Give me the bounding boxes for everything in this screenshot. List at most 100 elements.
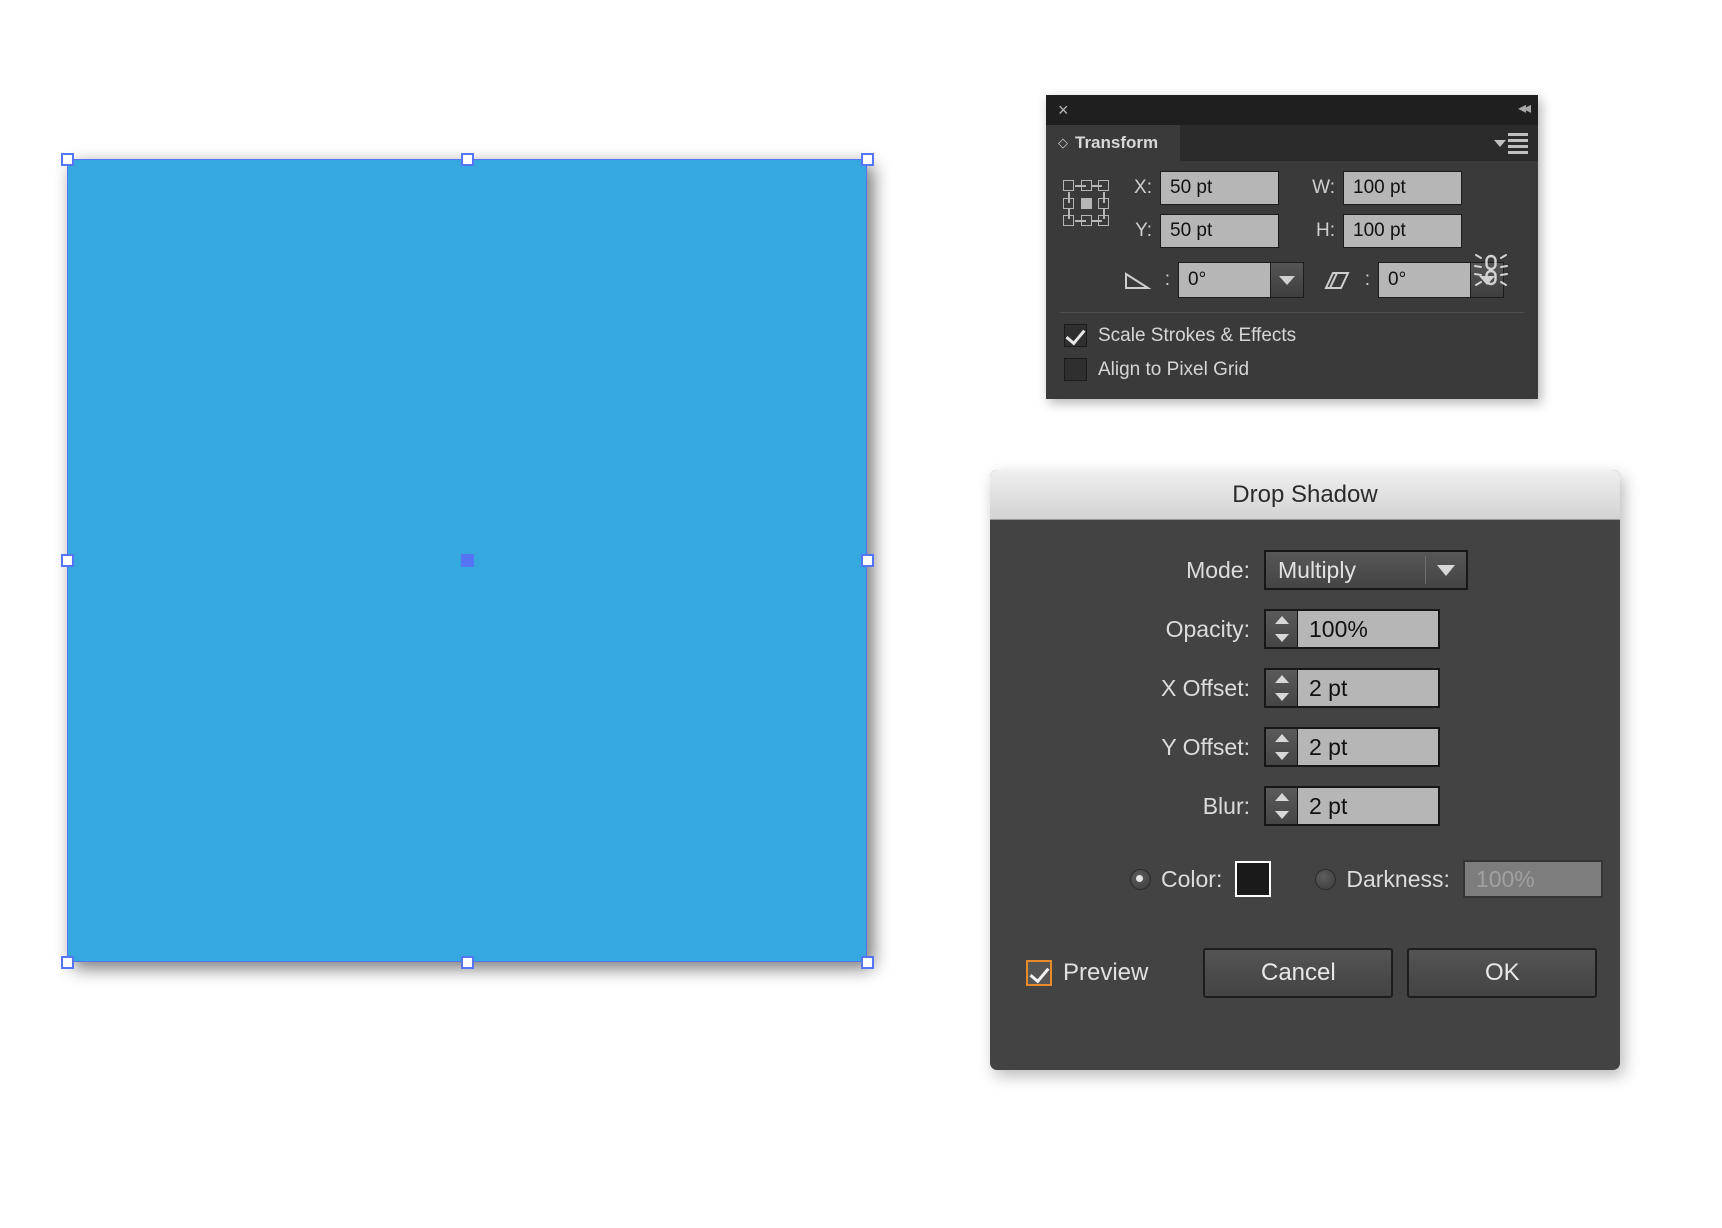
x-offset-field[interactable]: 2 pt bbox=[1264, 668, 1440, 708]
refpoint-top-center[interactable] bbox=[1080, 180, 1092, 191]
refpoint-top-right[interactable] bbox=[1098, 180, 1109, 191]
chevron-down-icon bbox=[1426, 552, 1466, 588]
rotate-angle-icon bbox=[1118, 269, 1152, 291]
refpoint-middle-right[interactable] bbox=[1098, 197, 1109, 209]
handle-top-center[interactable] bbox=[460, 152, 474, 166]
y-label: Y: bbox=[1135, 220, 1152, 241]
opacity-field[interactable]: 100% bbox=[1264, 609, 1440, 649]
h-input[interactable]: 100 pt bbox=[1343, 214, 1462, 248]
y-offset-stepper[interactable] bbox=[1266, 729, 1298, 765]
chevron-down-icon bbox=[1279, 275, 1295, 285]
mode-label: Mode: bbox=[1186, 556, 1250, 583]
preview-label: Preview bbox=[1063, 959, 1149, 986]
x-offset-stepper[interactable] bbox=[1266, 670, 1298, 706]
stepper-up-icon[interactable] bbox=[1266, 670, 1297, 688]
refpoint-bottom-right[interactable] bbox=[1098, 215, 1109, 226]
drop-shadow-dialog: Drop Shadow Mode: Multiply Opacity: 100%… bbox=[990, 470, 1620, 1070]
color-label: Color: bbox=[1161, 865, 1223, 892]
x-input[interactable]: 50 pt bbox=[1160, 171, 1279, 205]
transform-panel-body: X: 50 pt W: 100 pt Y: 50 pt H: 100 pt : bbox=[1046, 161, 1538, 399]
refpoint-bottom-center[interactable] bbox=[1080, 215, 1092, 226]
ok-button[interactable]: OK bbox=[1407, 948, 1598, 998]
handle-top-left[interactable] bbox=[60, 152, 74, 166]
rotate-combo[interactable]: 0° bbox=[1178, 262, 1304, 298]
stepper-down-icon[interactable] bbox=[1266, 806, 1297, 824]
opacity-label: Opacity: bbox=[1165, 615, 1250, 642]
handle-middle-right[interactable] bbox=[860, 553, 874, 567]
row-blur: Blur: 2 pt bbox=[990, 786, 1620, 826]
refpoint-middle-left[interactable] bbox=[1063, 197, 1074, 209]
transform-panel-titlebar: × ◂◂ bbox=[1046, 95, 1538, 125]
refpoint-top-left[interactable] bbox=[1063, 180, 1074, 191]
close-icon[interactable]: × bbox=[1058, 100, 1069, 120]
handle-bottom-right[interactable] bbox=[860, 955, 874, 969]
collapse-icon[interactable]: ◂◂ bbox=[1518, 99, 1531, 119]
hamburger-icon bbox=[1508, 133, 1528, 154]
y-offset-input[interactable]: 2 pt bbox=[1298, 729, 1438, 765]
stepper-up-icon[interactable] bbox=[1266, 788, 1297, 806]
checkbox-align-to-pixel-grid[interactable]: Align to Pixel Grid bbox=[1046, 347, 1538, 381]
transform-panel: × ◂◂ ◇ Transform X: 50 pt W: 100 pt Y: 5… bbox=[1046, 95, 1538, 399]
rotate-label: : bbox=[1164, 269, 1170, 290]
row-y-offset: Y Offset: 2 pt bbox=[990, 727, 1620, 767]
mode-select[interactable]: Multiply bbox=[1264, 550, 1468, 590]
y-offset-label: Y Offset: bbox=[1161, 733, 1250, 760]
reference-point-selector[interactable] bbox=[1063, 180, 1109, 226]
checkbox-icon[interactable] bbox=[1064, 324, 1087, 347]
stepper-down-icon[interactable] bbox=[1266, 747, 1297, 765]
mode-select-value: Multiply bbox=[1278, 557, 1356, 583]
handle-bottom-center[interactable] bbox=[460, 955, 474, 969]
stepper-up-icon[interactable] bbox=[1266, 611, 1297, 629]
row-opacity: Opacity: 100% bbox=[990, 609, 1620, 649]
row-x-w: X: 50 pt W: 100 pt bbox=[1046, 171, 1538, 205]
stepper-up-icon[interactable] bbox=[1266, 729, 1297, 747]
handle-top-right[interactable] bbox=[860, 152, 874, 166]
chevron-down-icon bbox=[1494, 140, 1506, 147]
checkbox-preview[interactable] bbox=[1026, 960, 1052, 986]
blur-label: Blur: bbox=[1202, 792, 1250, 819]
refpoint-bottom-left[interactable] bbox=[1063, 215, 1074, 226]
checkbox-icon[interactable] bbox=[1064, 358, 1087, 381]
center-anchor-point[interactable] bbox=[460, 553, 474, 567]
blur-field[interactable]: 2 pt bbox=[1264, 786, 1440, 826]
dialog-titlebar: Drop Shadow bbox=[990, 470, 1620, 520]
blur-input[interactable]: 2 pt bbox=[1298, 788, 1438, 824]
x-label: X: bbox=[1134, 177, 1152, 198]
cancel-button[interactable]: Cancel bbox=[1203, 948, 1394, 998]
transform-panel-tabbar: ◇ Transform bbox=[1046, 125, 1538, 161]
opacity-stepper[interactable] bbox=[1266, 611, 1298, 647]
x-offset-input[interactable]: 2 pt bbox=[1298, 670, 1438, 706]
constrain-proportions-icon[interactable] bbox=[1468, 247, 1514, 293]
row-mode: Mode: Multiply bbox=[990, 550, 1620, 590]
radio-color[interactable] bbox=[1130, 868, 1151, 890]
rotate-dropdown-button[interactable] bbox=[1270, 262, 1304, 298]
row-x-offset: X Offset: 2 pt bbox=[990, 668, 1620, 708]
stepper-down-icon[interactable] bbox=[1266, 629, 1297, 647]
dialog-body: Mode: Multiply Opacity: 100% X Offset: 2… bbox=[990, 520, 1620, 998]
rotate-input[interactable]: 0° bbox=[1178, 262, 1270, 298]
shear-label: : bbox=[1364, 269, 1370, 290]
color-swatch[interactable] bbox=[1235, 861, 1272, 897]
h-label: H: bbox=[1316, 220, 1335, 241]
handle-bottom-left[interactable] bbox=[60, 955, 74, 969]
checkbox-scale-strokes-effects-label: Scale Strokes & Effects bbox=[1098, 324, 1297, 346]
diamond-icon: ◇ bbox=[1058, 135, 1068, 150]
refpoint-center[interactable] bbox=[1080, 197, 1092, 209]
canvas-artboard bbox=[0, 0, 1000, 1100]
blur-stepper[interactable] bbox=[1266, 788, 1298, 824]
checkbox-scale-strokes-effects[interactable]: Scale Strokes & Effects bbox=[1046, 313, 1538, 347]
radio-darkness[interactable] bbox=[1315, 868, 1337, 890]
panel-menu-icon[interactable] bbox=[1494, 133, 1528, 154]
x-offset-label: X Offset: bbox=[1160, 674, 1250, 701]
w-input[interactable]: 100 pt bbox=[1343, 171, 1462, 205]
checkbox-align-to-pixel-grid-label: Align to Pixel Grid bbox=[1098, 358, 1250, 380]
w-label: W: bbox=[1312, 177, 1335, 198]
tab-transform[interactable]: ◇ Transform bbox=[1046, 125, 1181, 161]
handle-middle-left[interactable] bbox=[60, 553, 74, 567]
darkness-label: Darkness: bbox=[1346, 865, 1450, 892]
y-input[interactable]: 50 pt bbox=[1160, 214, 1279, 248]
opacity-input[interactable]: 100% bbox=[1298, 611, 1438, 647]
y-offset-field[interactable]: 2 pt bbox=[1264, 727, 1440, 767]
shear-input[interactable]: 0° bbox=[1378, 262, 1470, 298]
stepper-down-icon[interactable] bbox=[1266, 688, 1297, 706]
